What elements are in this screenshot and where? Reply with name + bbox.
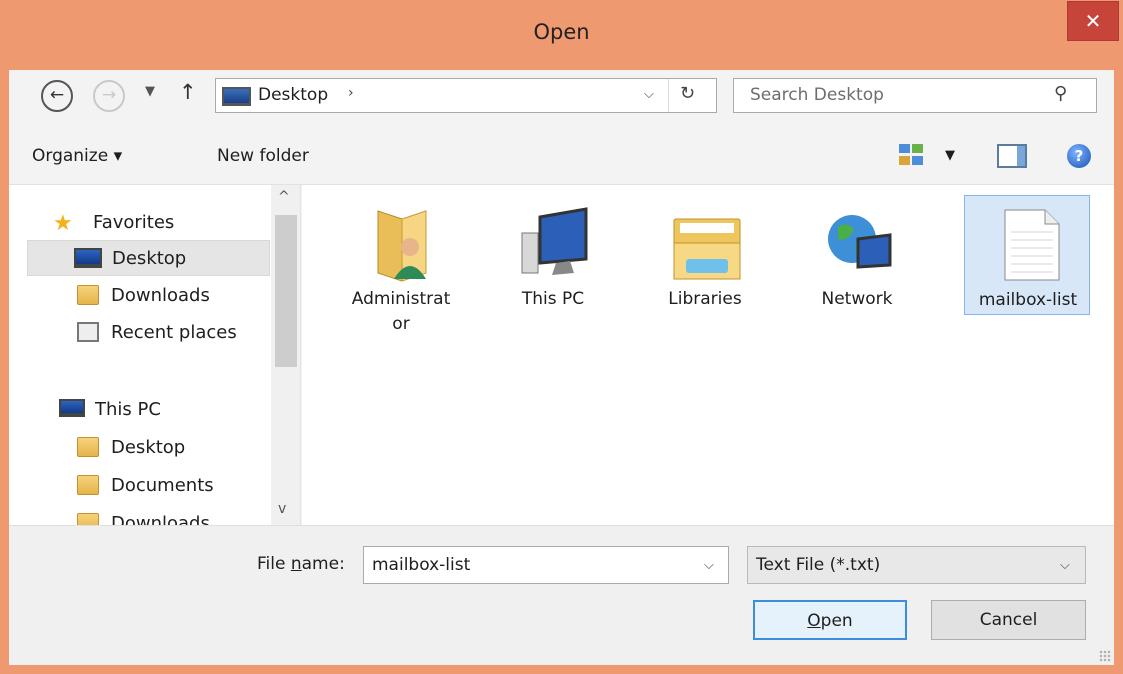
file-type-select[interactable]: Text File (*.txt) ⌵ [747, 546, 1086, 584]
new-folder-button[interactable]: New folder [217, 146, 309, 166]
scroll-up-icon[interactable]: ^ [278, 189, 290, 205]
address-location[interactable]: Desktop [258, 85, 328, 105]
libraries-icon [673, 218, 741, 280]
organize-button[interactable]: Organize ▾ [32, 146, 122, 166]
navigation-pane: ★ Favorites Desktop Downloads Recent pla… [9, 185, 301, 525]
file-item-network[interactable]: Network [794, 195, 920, 315]
search-input[interactable]: Search Desktop ⚲ [733, 78, 1097, 113]
scroll-thumb[interactable] [275, 215, 297, 367]
nav-item-pc-downloads[interactable]: Downloads [9, 506, 271, 525]
nav-group-favorites[interactable]: ★ Favorites [9, 205, 271, 241]
documents-folder-icon [77, 475, 99, 495]
address-divider [668, 79, 669, 112]
nav-item-recent-places[interactable]: Recent places [9, 315, 271, 351]
nav-item-pc-documents[interactable]: Documents [9, 468, 271, 504]
star-icon: ★ [53, 211, 73, 236]
file-list: Administrat or This PC Libraries Network… [302, 185, 1114, 525]
file-item-label: Network [821, 289, 893, 309]
nav-item-pc-desktop[interactable]: Desktop [9, 430, 271, 466]
file-name-field[interactable]: mailbox-list ⌵ [363, 546, 729, 584]
nav-item-label: Recent places [111, 322, 237, 343]
nav-scrollbar[interactable]: ^ v [271, 185, 300, 525]
up-button[interactable]: ↑ [179, 80, 197, 104]
chevron-down-icon[interactable]: ⌵ [1060, 558, 1070, 573]
network-icon [828, 215, 892, 269]
navigation-bar: ← → ▼ ↑ Desktop › ⌵ ↻ Search Desktop ⚲ [9, 70, 1114, 125]
change-view-icon[interactable] [899, 144, 925, 166]
nav-group-this-pc[interactable]: This PC [9, 392, 271, 428]
nav-group-label: Favorites [93, 212, 175, 233]
nav-group-label: This PC [95, 399, 161, 420]
search-icon[interactable]: ⚲ [1054, 83, 1067, 104]
refresh-button[interactable]: ↻ [680, 83, 695, 104]
breadcrumb-chevron-icon[interactable]: › [348, 85, 354, 101]
nav-item-label: Downloads [111, 513, 210, 525]
window-title: Open [533, 20, 590, 44]
cancel-button[interactable]: Cancel [931, 600, 1086, 640]
file-item-label: This PC [521, 289, 585, 309]
resize-grip[interactable] [1099, 650, 1111, 662]
nav-item-label: Desktop [111, 437, 186, 458]
file-item-administrator[interactable]: Administrat or [338, 195, 464, 334]
recent-locations-button[interactable]: ▼ [145, 84, 155, 99]
open-button[interactable]: Open [753, 600, 907, 640]
chevron-down-icon[interactable]: ⌵ [704, 558, 714, 573]
nav-item-favorites-downloads[interactable]: Downloads [9, 278, 271, 314]
dialog-client: ← → ▼ ↑ Desktop › ⌵ ↻ Search Desktop ⚲ O… [9, 70, 1114, 665]
back-button[interactable]: ← [41, 80, 73, 112]
address-bar[interactable]: Desktop › ⌵ ↻ [215, 78, 717, 113]
computer-icon [521, 207, 588, 275]
close-button[interactable]: ✕ [1067, 1, 1119, 41]
downloads-folder-icon [77, 285, 99, 305]
address-dropdown-button[interactable]: ⌵ [644, 87, 654, 102]
file-name-label: File name: [257, 554, 345, 574]
file-item-mailbox-list[interactable]: mailbox-list [964, 195, 1090, 315]
user-folder-icon [377, 210, 427, 282]
text-file-icon [1004, 209, 1060, 281]
title-bar[interactable]: Open ✕ [0, 0, 1123, 70]
file-item-this-pc[interactable]: This PC [490, 195, 616, 315]
open-dialog: Open ✕ ← → ▼ ↑ Desktop › ⌵ ↻ Search Desk… [0, 0, 1123, 674]
file-item-label: mailbox-list [978, 290, 1078, 310]
command-toolbar: Organize ▾ New folder ▼ ? [9, 130, 1114, 185]
file-controls: File name: mailbox-list ⌵ Text File (*.t… [9, 525, 1114, 665]
view-options-dropdown[interactable]: ▼ [945, 148, 955, 163]
nav-item-favorites-desktop[interactable]: Desktop [27, 240, 270, 276]
scroll-down-icon[interactable]: v [278, 501, 286, 517]
search-placeholder: Search Desktop [750, 85, 884, 105]
desktop-icon [222, 87, 251, 106]
desktop-icon [74, 248, 102, 268]
file-item-libraries[interactable]: Libraries [642, 195, 768, 315]
file-item-label: Libraries [668, 289, 742, 309]
desktop-folder-icon [77, 437, 99, 457]
file-name-value[interactable]: mailbox-list [372, 555, 470, 575]
nav-item-label: Desktop [112, 248, 187, 269]
file-item-label: Administrat or [351, 289, 451, 334]
nav-item-label: Documents [111, 475, 214, 496]
computer-icon [59, 399, 85, 417]
preview-pane-icon[interactable] [997, 144, 1027, 168]
recent-places-icon [77, 322, 99, 342]
file-type-value: Text File (*.txt) [756, 555, 881, 575]
nav-item-label: Downloads [111, 285, 210, 306]
help-icon[interactable]: ? [1067, 144, 1091, 168]
forward-button[interactable]: → [93, 80, 125, 112]
downloads-folder-icon [77, 513, 99, 525]
